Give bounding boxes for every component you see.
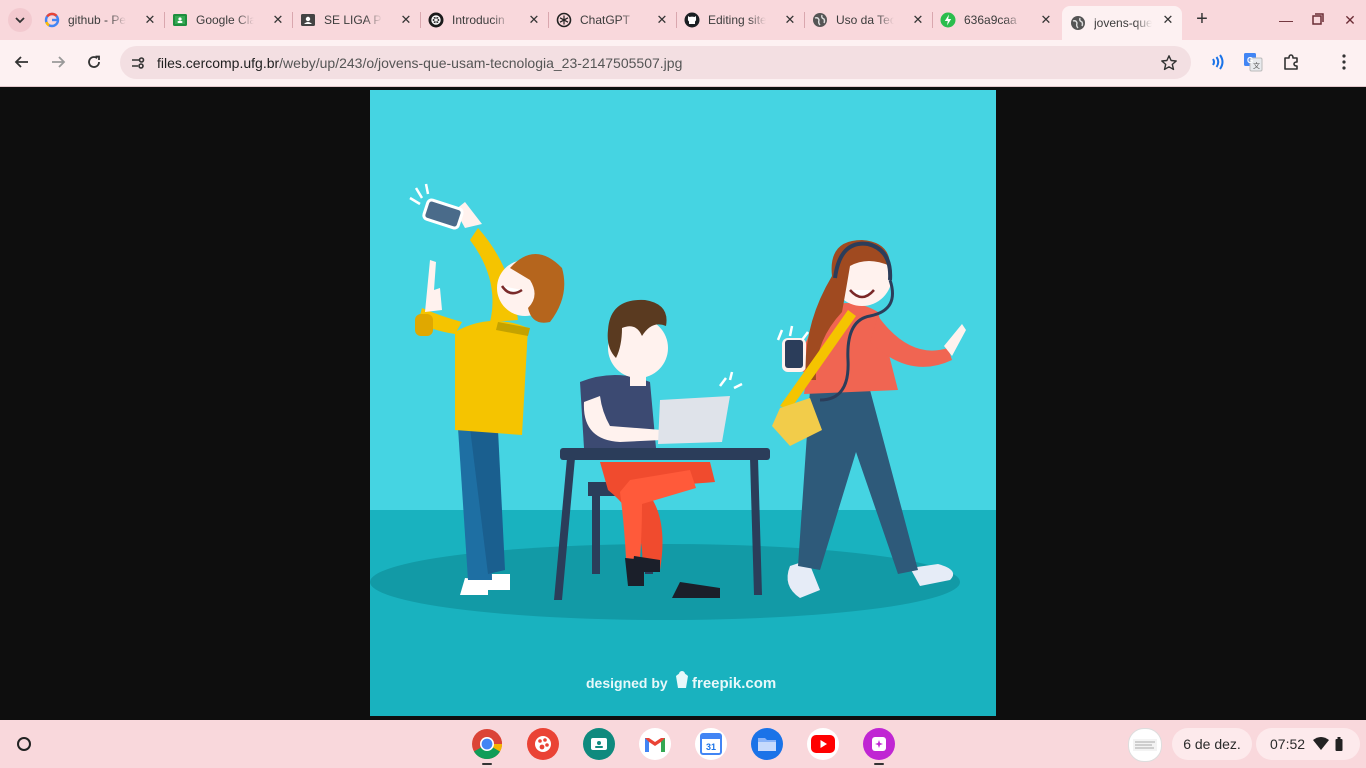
- browser-toolbar: files.cercomp.ufg.br/weby/up/243/o/joven…: [0, 40, 1366, 87]
- running-indicator: [874, 763, 884, 765]
- extensions-puzzle-icon[interactable]: [1280, 51, 1302, 73]
- restore-button[interactable]: [1306, 8, 1330, 32]
- battery-icon: [1335, 737, 1343, 751]
- tab-title: Introducin: [452, 13, 505, 27]
- close-icon: ✕: [1344, 12, 1356, 28]
- new-tab-button[interactable]: +: [1190, 8, 1214, 32]
- close-tab-icon[interactable]: ✕: [398, 12, 414, 28]
- close-tab-icon[interactable]: ✕: [654, 12, 670, 28]
- tab-title: SE LIGA PE: [324, 13, 382, 27]
- tab-divider: [804, 12, 805, 28]
- holding-space-icon[interactable]: [1128, 728, 1162, 762]
- calendar-day: 31: [706, 742, 716, 752]
- svg-text:文: 文: [1253, 61, 1260, 70]
- google-icon: [44, 12, 60, 28]
- tab-chatgpt[interactable]: ChatGPT ✕: [556, 6, 676, 34]
- more-vertical-icon: [1342, 54, 1346, 70]
- tab-uso-da-tecnologia[interactable]: Uso da Tec ✕: [812, 6, 932, 34]
- system-shelf: 31 6 de dez. 07:52: [0, 720, 1366, 768]
- clock-time: 07:52: [1270, 736, 1306, 752]
- minimize-icon: —: [1279, 12, 1293, 28]
- youtube-app-icon[interactable]: [807, 728, 839, 760]
- tab-jovens-que-usam-tecnologia[interactable]: jovens-que ✕: [1062, 6, 1182, 40]
- tab-divider: [420, 12, 421, 28]
- close-tab-icon[interactable]: ✕: [910, 12, 926, 28]
- screencast-app-icon[interactable]: [863, 728, 895, 765]
- tab-introducing[interactable]: Introducin ✕: [428, 6, 548, 34]
- close-tab-icon[interactable]: ✕: [526, 12, 542, 28]
- reload-button[interactable]: [82, 50, 106, 74]
- watermark-designed-by: designed by: [586, 675, 668, 691]
- close-tab-icon[interactable]: ✕: [142, 12, 158, 28]
- contact-card-icon: [300, 12, 316, 28]
- github-icon: [684, 12, 700, 28]
- chevron-down-icon: [15, 17, 25, 24]
- tab-divider: [676, 12, 677, 28]
- close-tab-icon[interactable]: ✕: [782, 12, 798, 28]
- running-indicator: [482, 763, 492, 765]
- tab-title: 636a9caa: [964, 13, 1017, 27]
- gmail-app-icon[interactable]: [639, 728, 671, 760]
- tab-editing-site[interactable]: Editing site ✕: [684, 6, 804, 34]
- classroom-app-icon[interactable]: [583, 728, 615, 760]
- forward-button[interactable]: [46, 50, 70, 74]
- status-tray[interactable]: 07:52: [1256, 728, 1360, 760]
- files-app-icon[interactable]: [751, 728, 783, 760]
- close-tab-icon[interactable]: ✕: [1038, 12, 1054, 28]
- tab-search-button[interactable]: [8, 8, 32, 32]
- google-classroom-icon: [172, 12, 188, 28]
- tab-title: Uso da Tec: [836, 13, 894, 27]
- watermark-brand: freepik.com: [692, 675, 776, 692]
- url-text[interactable]: files.cercomp.ufg.br/weby/up/243/o/joven…: [157, 55, 682, 71]
- restore-icon: [1312, 13, 1324, 25]
- url-path: /weby/up/243/o/jovens-que-usam-tecnologi…: [279, 55, 683, 71]
- illustration-svg: designed by freepik.com: [370, 90, 996, 716]
- arrow-left-icon: [14, 56, 28, 68]
- illustration-young-people-using-technology: designed by freepik.com: [370, 90, 996, 716]
- tab-title: Editing site: [708, 13, 766, 27]
- back-button[interactable]: [10, 50, 34, 74]
- address-bar[interactable]: files.cercomp.ufg.br/weby/up/243/o/joven…: [120, 46, 1191, 79]
- tab-strip: github - Pe ✕ Google Cla ✕ SE LIGA PE ✕ …: [0, 0, 1366, 40]
- read-aloud-extension-icon[interactable]: [1206, 51, 1228, 73]
- globe-icon: [1070, 15, 1086, 31]
- launcher-circle-icon: [17, 737, 31, 751]
- tab-title: github - Pe: [68, 13, 126, 27]
- globe-icon: [812, 12, 828, 28]
- canvas-app-icon[interactable]: [527, 728, 559, 760]
- wifi-icon: [1313, 737, 1330, 750]
- url-host: files.cercomp.ufg.br: [157, 55, 280, 71]
- tab-divider: [548, 12, 549, 28]
- lightning-icon: [940, 12, 956, 28]
- bookmark-star-icon[interactable]: [1159, 53, 1179, 73]
- calendar-app-icon[interactable]: 31: [695, 728, 727, 760]
- tab-google-classroom[interactable]: Google Cla ✕: [172, 6, 292, 34]
- tab-divider: [932, 12, 933, 28]
- browser-menu-button[interactable]: [1333, 51, 1355, 73]
- site-info-icon[interactable]: [128, 53, 148, 73]
- close-window-button[interactable]: ✕: [1338, 8, 1362, 32]
- close-tab-icon[interactable]: ✕: [1160, 12, 1176, 28]
- tab-divider: [164, 12, 165, 28]
- tab-title: ChatGPT: [580, 13, 631, 27]
- tab-github-search[interactable]: github - Pe ✕: [44, 6, 164, 34]
- reload-icon: [88, 55, 100, 68]
- tab-divider: [292, 12, 293, 28]
- openai-icon: [556, 12, 572, 28]
- translate-extension-icon[interactable]: G文: [1242, 51, 1264, 73]
- launcher-button[interactable]: [12, 732, 36, 756]
- tab-title: jovens-que: [1094, 16, 1152, 30]
- tab-title: Google Cla: [196, 13, 254, 27]
- date-tray[interactable]: 6 de dez.: [1172, 728, 1252, 760]
- openai-icon: [428, 12, 444, 28]
- arrow-right-icon: [52, 56, 66, 68]
- close-tab-icon[interactable]: ✕: [270, 12, 286, 28]
- minimize-button[interactable]: —: [1274, 8, 1298, 32]
- tab-se-liga-pe[interactable]: SE LIGA PE ✕: [300, 6, 420, 34]
- tab-636a9caa[interactable]: 636a9caa ✕: [940, 6, 1060, 34]
- chrome-app-icon[interactable]: [471, 728, 503, 765]
- image-viewer: designed by freepik.com: [0, 87, 1366, 720]
